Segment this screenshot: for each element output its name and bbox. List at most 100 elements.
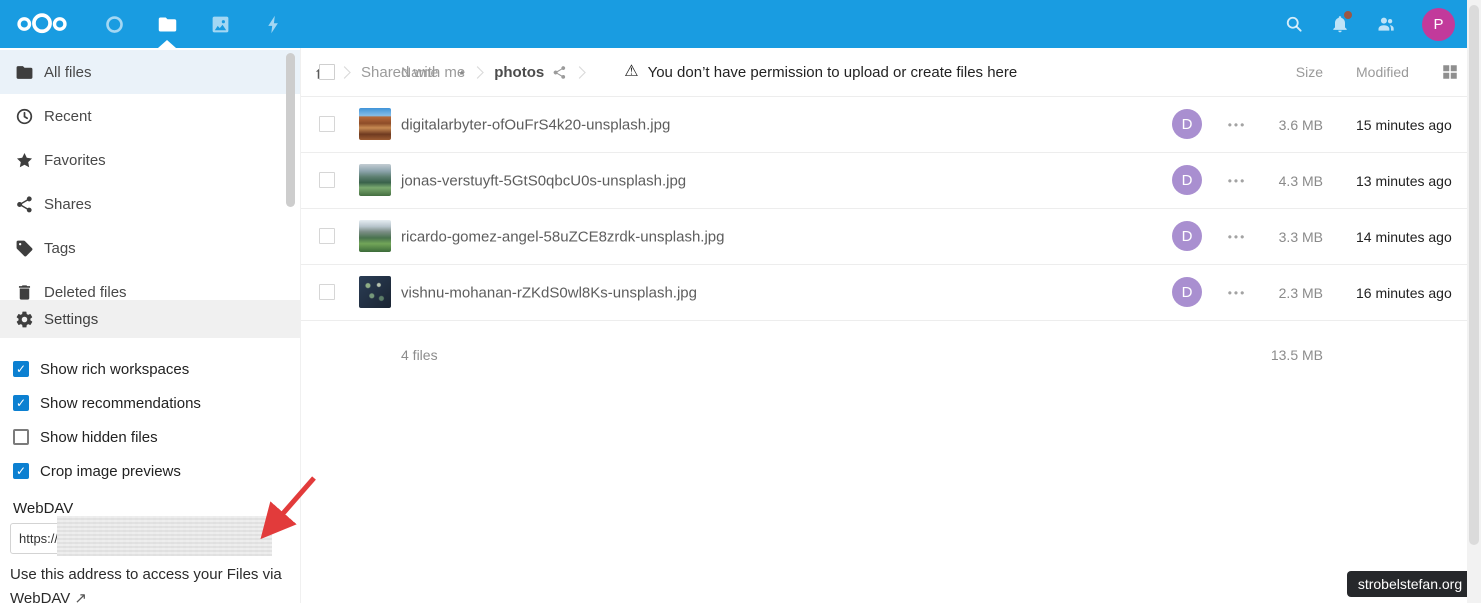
watermark-badge: strobelstefan.org	[1347, 571, 1473, 597]
file-thumbnail	[359, 220, 391, 252]
file-name[interactable]: ricardo-gomez-angel-58uZCE8zrdk-unsplash…	[401, 228, 725, 245]
sidebar-scrollbar[interactable]	[286, 53, 295, 207]
file-size: 4.3 MB	[1278, 172, 1323, 189]
settings-option-show-recommendations[interactable]: Show recommendations	[13, 386, 300, 420]
gear-icon	[15, 310, 34, 329]
notification-dot	[1344, 11, 1352, 19]
more-options-icon[interactable]	[1219, 286, 1255, 300]
total-size: 13.5 MB	[1270, 347, 1323, 363]
settings-option-show-hidden-files[interactable]: Show hidden files	[13, 420, 300, 454]
table-row[interactable]: jonas-verstuyft-5GtS0qbcU0s-unsplash.jpg…	[301, 153, 1481, 209]
files-sidebar: All files Recent Favorites Shares Tags Delete…	[0, 48, 300, 603]
redacted-url-blur	[57, 516, 272, 556]
file-size: 2.3 MB	[1278, 284, 1323, 301]
settings-panel: Show rich workspaces Show recommendations…	[0, 338, 300, 603]
file-modified: 16 minutes ago	[1356, 284, 1452, 301]
settings-option-show-rich-workspaces[interactable]: Show rich workspaces	[13, 352, 300, 386]
file-list: digitalarbyter-ofOuFrS4k20-unsplash.jpg D…	[301, 97, 1481, 321]
file-name[interactable]: jonas-verstuyft-5GtS0qbcU0s-unsplash.jpg	[401, 172, 686, 189]
star-icon	[15, 151, 34, 170]
table-row[interactable]: ricardo-gomez-angel-58uZCE8zrdk-unsplash…	[301, 209, 1481, 265]
notifications-bell-icon[interactable]	[1330, 11, 1352, 34]
webdav-help-line1: Use this address to access your Files vi…	[10, 566, 282, 583]
checkbox-checked[interactable]	[13, 395, 29, 411]
settings-label: Settings	[44, 310, 99, 328]
file-modified: 15 minutes ago	[1356, 116, 1452, 133]
tag-icon	[15, 239, 34, 258]
checkbox-checked[interactable]	[13, 361, 29, 377]
file-list-summary: 4 files 13.5 MB	[301, 321, 1481, 385]
file-thumbnail	[359, 108, 391, 140]
checkbox-label: Show rich workspaces	[40, 360, 190, 378]
checkbox-label: Crop image previews	[40, 462, 181, 480]
app-icon-photos[interactable]	[206, 0, 234, 48]
top-navigation-bar: P	[0, 0, 1481, 48]
more-options-icon[interactable]	[1219, 174, 1255, 188]
settings-option-crop-image-previews[interactable]: Crop image previews	[13, 454, 300, 488]
nextcloud-files-app: P All files Recent Favorites Shares Tags Dele…	[0, 0, 1481, 603]
clock-icon	[15, 107, 34, 126]
row-checkbox[interactable]	[319, 172, 335, 188]
file-table-header: Name ▲ Size Modified	[301, 48, 1481, 97]
checkbox-checked[interactable]	[13, 463, 29, 479]
column-header-size[interactable]: Size	[1247, 64, 1323, 80]
more-options-icon[interactable]	[1219, 230, 1255, 244]
sidebar-item-recent[interactable]: Recent	[0, 94, 300, 138]
ring-icon	[104, 14, 125, 35]
photos-icon	[210, 14, 231, 35]
file-modified: 14 minutes ago	[1356, 228, 1452, 245]
nextcloud-logo[interactable]	[13, 6, 71, 42]
file-name[interactable]: vishnu-mohanan-rZKdS0wl8Ks-unsplash.jpg	[401, 284, 697, 301]
shared-by-avatar: D	[1172, 277, 1202, 307]
checkbox-label: Show hidden files	[40, 428, 158, 446]
external-link-icon[interactable]: ↗	[74, 590, 87, 603]
select-all-checkbox[interactable]	[319, 64, 335, 80]
active-app-indicator	[158, 40, 176, 48]
settings-toggle[interactable]: Settings	[0, 300, 300, 338]
sidebar-item-shares[interactable]: Shares	[0, 182, 300, 226]
page-scrollbar-track[interactable]	[1467, 0, 1481, 603]
trash-icon	[15, 283, 34, 301]
row-checkbox[interactable]	[319, 284, 335, 300]
checkbox-label: Show recommendations	[40, 394, 201, 412]
row-checkbox[interactable]	[319, 228, 335, 244]
table-row[interactable]: vishnu-mohanan-rZKdS0wl8Ks-unsplash.jpg D…	[301, 265, 1481, 321]
user-avatar[interactable]: P	[1422, 7, 1455, 41]
app-icon-activity[interactable]	[259, 0, 287, 48]
shared-by-avatar: D	[1172, 221, 1202, 251]
files-main-area: Shared with me photos ⚠ You don’t have p…	[300, 48, 1481, 603]
settings-options: Show rich workspaces Show recommendations…	[0, 338, 300, 488]
sidebar-item-label: Recent	[44, 107, 92, 125]
sidebar-item-favorites[interactable]: Favorites	[0, 138, 300, 182]
webdav-url-value: https://	[19, 531, 59, 546]
search-icon[interactable]	[1284, 14, 1304, 34]
file-modified: 13 minutes ago	[1356, 172, 1452, 189]
sidebar-item-deleted-files[interactable]: Deleted files	[0, 270, 300, 300]
sidebar-navigation: All files Recent Favorites Shares Tags Delete…	[0, 50, 300, 300]
search-icon	[1284, 14, 1304, 34]
app-switcher	[100, 0, 287, 48]
folder-icon	[157, 14, 178, 35]
app-icon-files[interactable]	[153, 0, 181, 48]
row-checkbox[interactable]	[319, 116, 335, 132]
folder-icon	[15, 63, 34, 82]
file-name[interactable]: digitalarbyter-ofOuFrS4k20-unsplash.jpg	[401, 116, 670, 133]
column-header-name[interactable]: Name	[401, 64, 438, 80]
file-count: 4 files	[401, 347, 438, 363]
file-thumbnail	[359, 276, 391, 308]
webdav-help-text: Use this address to access your Files vi…	[10, 563, 292, 603]
page-scrollbar-thumb[interactable]	[1469, 5, 1479, 545]
more-options-icon[interactable]	[1219, 118, 1255, 132]
share-icon	[15, 195, 34, 214]
column-header-modified[interactable]: Modified	[1356, 64, 1409, 80]
sidebar-item-all-files[interactable]: All files	[0, 50, 300, 94]
checkbox-unchecked[interactable]	[13, 429, 29, 445]
app-icon-dashboard[interactable]	[100, 0, 128, 48]
table-row[interactable]: digitalarbyter-ofOuFrS4k20-unsplash.jpg D…	[301, 97, 1481, 153]
lightning-icon	[263, 14, 284, 35]
shared-by-avatar: D	[1172, 165, 1202, 195]
sidebar-item-tags[interactable]: Tags	[0, 226, 300, 270]
contacts-icon[interactable]	[1376, 14, 1396, 34]
file-size: 3.6 MB	[1278, 116, 1323, 133]
webdav-link[interactable]: WebDAV	[10, 590, 70, 603]
